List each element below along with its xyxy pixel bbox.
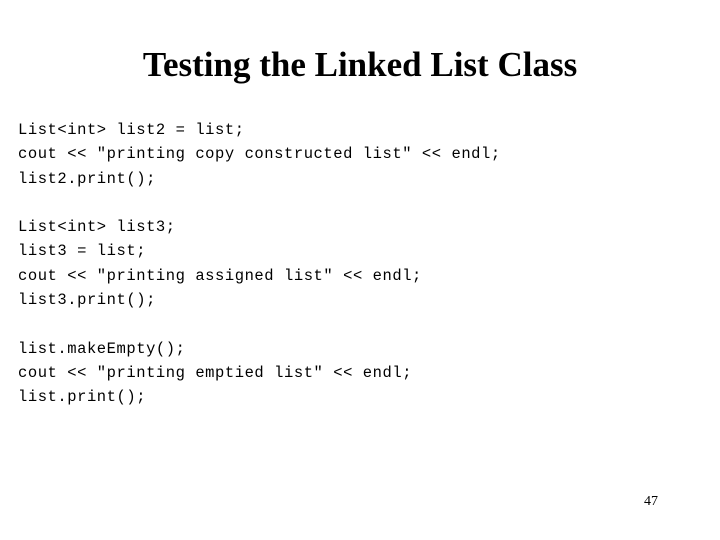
code-block-separator <box>18 191 708 215</box>
code-line: list.makeEmpty(); <box>18 339 186 358</box>
code-line: list3 = list; <box>18 242 147 261</box>
code-line: list.print(); <box>18 388 147 407</box>
code-line: cout << "printing emptied list" << endl; <box>18 363 413 382</box>
code-block-separator <box>18 312 708 336</box>
presentation-slide: Testing the Linked List Class List<int> … <box>0 0 720 540</box>
code-block-assignment: List<int> list3; list3 = list; cout << "… <box>18 215 708 312</box>
code-line: List<int> list2 = list; <box>18 121 245 139</box>
code-line: list3.print(); <box>18 291 156 310</box>
code-listing: List<int> list2 = list; cout << "printin… <box>18 118 708 410</box>
page-title: Testing the Linked List Class <box>142 45 578 84</box>
code-line: list2.print(); <box>18 169 156 188</box>
code-line: cout << "printing assigned list" << endl… <box>18 266 422 285</box>
code-line: cout << "printing copy constructed list"… <box>18 145 501 164</box>
code-line: List<int> list3; <box>18 218 176 237</box>
code-block-make-empty: list.makeEmpty(); cout << "printing empt… <box>18 337 708 410</box>
slide-page-number: 47 <box>644 494 658 509</box>
code-block-copy-construct: List<int> list2 = list; cout << "printin… <box>18 118 708 191</box>
